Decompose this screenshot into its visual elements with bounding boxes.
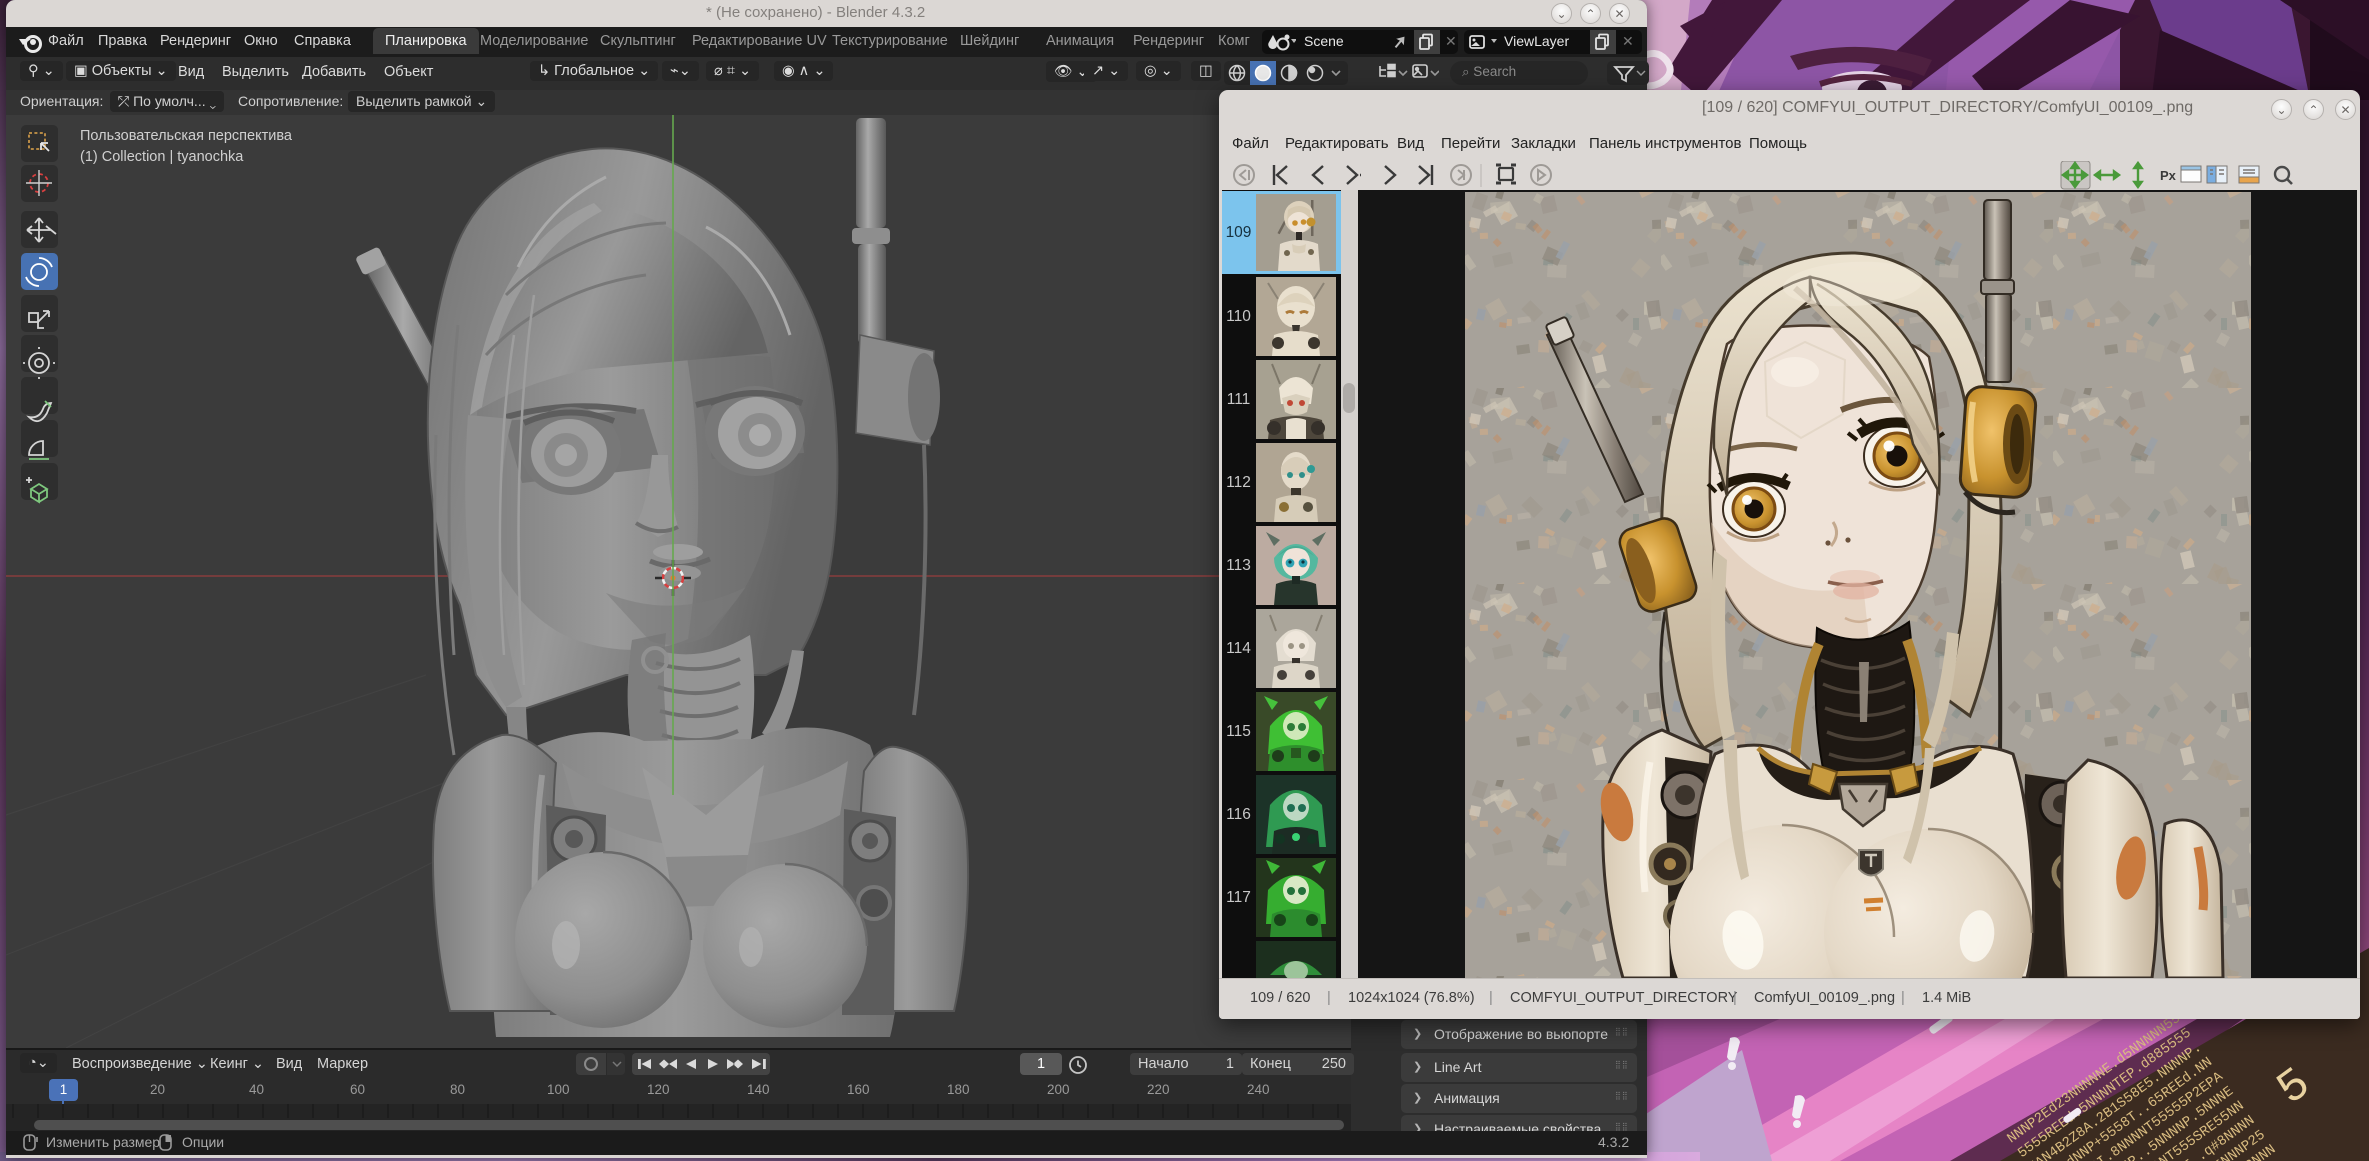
svg-text:Px: Px — [2160, 168, 2177, 183]
